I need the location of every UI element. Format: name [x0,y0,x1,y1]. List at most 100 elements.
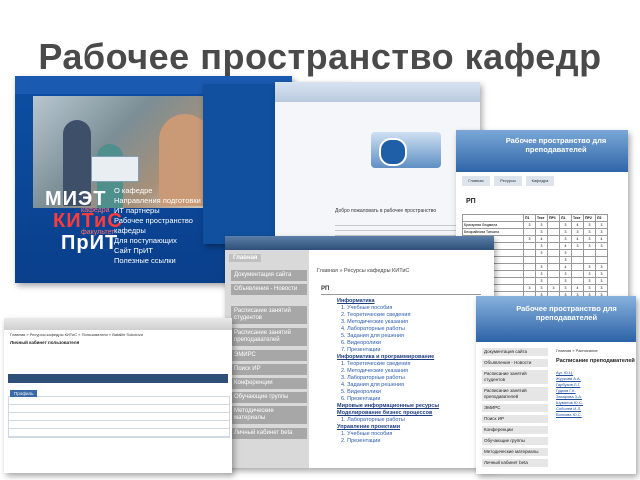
teachers-header-title: Рабочее пространство для преподавателей [505,136,607,154]
breadcrumb: Главная » Ресурсы кафедры КИТиС [317,268,410,274]
table-cell: 3 [595,277,608,285]
sidebar-item[interactable]: Методические материалы [231,406,307,424]
menu-item[interactable]: Сайт ПрИТ [114,246,224,256]
table-cell: 3 [559,277,572,285]
table-cell: 3 [583,284,596,292]
table-cell: 3 [559,284,572,292]
table-cell [523,270,536,278]
sidebar-item[interactable]: Методические материалы [482,448,548,456]
cabinet-bar [8,374,228,383]
divider [321,294,481,295]
resource-section-link[interactable]: Информатика и программирование [337,354,487,361]
profile-tab[interactable]: Профиль [10,390,38,397]
table-cell: 3 [559,221,572,229]
table-cell: 3 [595,242,608,250]
resource-link[interactable]: 1. Учебные пособия [337,305,487,312]
column-header: Тест [571,214,584,222]
resource-link[interactable]: 5. Задания для решения [337,333,487,340]
resource-link[interactable]: 4. Лабораторные работы [337,326,487,333]
resource-link[interactable]: 2. Теоретические сведения [337,312,487,319]
nav-button[interactable]: Кафедра [526,176,554,186]
sidebar-item[interactable]: Расписание занятий студентов [482,370,548,384]
sign-board [91,156,139,182]
table-cell: 3 [583,235,596,243]
table-cell: 3 [535,242,548,250]
resource-link[interactable]: 3. Методические указания [337,319,487,326]
table-cell: Бригарева Людмила [462,221,524,229]
sidebar-item[interactable]: Расписание занятий студентов [231,306,307,324]
sidebar-item[interactable]: Объявления - Новости [482,359,548,367]
resource-link[interactable]: 6. Видеоролики [337,340,487,347]
sidebar-item[interactable]: Личный кабинет beta [231,428,307,439]
table-cell: 3 [583,277,596,285]
resource-link[interactable]: 4. Задания для решения [337,382,487,389]
resource-link[interactable]: 5. Видеоролики [337,389,487,396]
resource-section-link[interactable]: Информатика [337,298,487,305]
column-header: ПР2 [583,214,596,222]
resources-top-bar [225,236,494,250]
sidebar-home[interactable]: Главная [229,254,262,262]
table-cell: 3 [595,270,608,278]
teachers-header: Рабочее пространство для преподавателей [456,130,628,172]
sidebar-item[interactable]: Конференции [482,426,548,434]
section-title: РП [321,286,330,292]
resource-link[interactable]: 2. Презентации [337,438,487,445]
resource-link[interactable]: 2. Методические указания [337,368,487,375]
table-cell: 3 [535,270,548,278]
resource-link[interactable]: 1. Учебные пособия [337,431,487,438]
resource-list: Информатика 1. Учебные пособия 2. Теоретич… [337,298,487,445]
table-cell: 3 [559,270,572,278]
sidebar-item[interactable]: Объявления - Новости [231,284,307,295]
table-cell: 3 [583,263,596,271]
cabinet-site-screenshot: Главная » Ресурсы кафедры КИТиС » Пользо… [4,318,232,473]
table-cell: 3 [535,228,548,236]
sidebar-item[interactable]: Поиск ИР [231,364,307,375]
table-cell: 3 [583,221,596,229]
resource-link[interactable]: 3. Лабораторные работы [337,375,487,382]
resources-site-screenshot: Главная Документация сайта Объявления - … [225,236,494,468]
table-cell [571,256,584,264]
sidebar-item[interactable]: Обучающие группы [231,392,307,403]
table-cell [571,263,584,271]
teacher-link[interactable]: Волкова Ю.С. [556,412,583,418]
teachers-buttons: Главная Ресурсы Кафедра [462,172,622,192]
sidebar-item[interactable]: ЭМИРС [231,350,307,361]
nav-button[interactable]: Главная [462,176,490,186]
column-header: Л1 [559,214,572,222]
table-cell: 3 [535,277,548,285]
table-cell [547,249,560,257]
table-cell: 4 [559,242,572,250]
resource-link[interactable]: 1. Теоретические сведения [337,361,487,368]
table-cell [523,256,536,264]
table-cell: 3 [595,221,608,229]
sidebar-item[interactable]: Поиск ИР [482,415,548,423]
sidebar-item[interactable]: ЭМИРС [482,404,548,412]
resource-section-link[interactable]: Мировые информационные ресурсы [337,403,487,410]
table-cell [547,270,560,278]
column-header: ПР1 [547,214,560,222]
welcome-header [275,82,480,102]
menu-item[interactable]: Полезные ссылки [114,256,224,266]
table-cell: 3 [547,284,560,292]
breadcrumb: Главная » Ресурсы кафедры КИТиС » Пользо… [10,332,143,337]
emblem-icon [379,138,407,166]
table-cell: 3 [583,242,596,250]
sidebar-item[interactable]: Расписание занятий преподавателей [482,387,548,401]
table-header-row: П1 Тест ПР1 Л1 Тест ПР2 Л2 [462,214,608,222]
table-row: Бригарева Людмила 3 3 3 4 3 3 [462,221,608,229]
sidebar-item[interactable]: Документация сайта [482,348,548,356]
sidebar-item[interactable]: Обучающие группы [482,437,548,445]
resource-section-link[interactable]: Управление проектами [337,424,487,431]
table-cell: 3 [559,228,572,236]
resource-link[interactable]: 6. Презентации [337,396,487,403]
resource-section-link[interactable]: Моделирование бизнес процессов [337,410,487,417]
sidebar-item[interactable]: Расписание занятий преподавателей [231,328,307,346]
table-cell: Бескрайнова Татьяна [462,228,524,236]
sidebar-item[interactable]: Документация сайта [231,270,307,281]
nav-button[interactable]: Ресурсы [494,176,522,186]
sidebar-item[interactable]: Конференции [231,378,307,389]
resource-link[interactable]: 1. Лабораторные работы [337,417,487,424]
table-cell [523,263,536,271]
sidebar-item[interactable]: Личный кабинет beta [482,459,548,467]
resource-link[interactable]: 7. Презентации [337,347,487,354]
